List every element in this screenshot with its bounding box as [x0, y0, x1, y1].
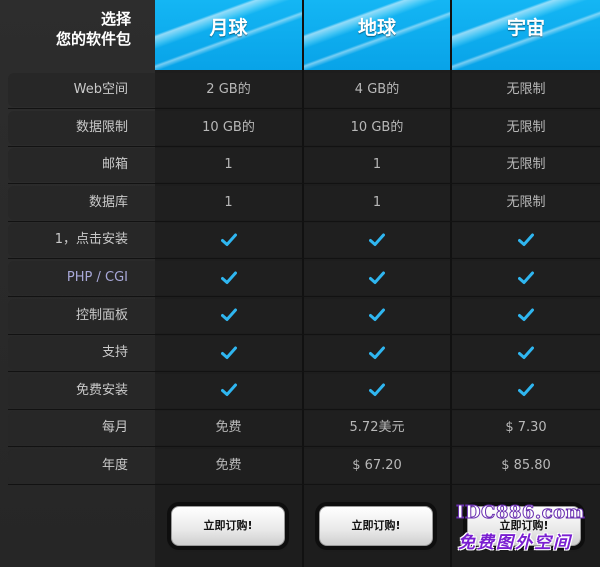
feature-label: 免费安装 — [8, 373, 155, 408]
feature-value-moon: 1 — [155, 185, 302, 220]
feature-cell-universe — [452, 298, 600, 333]
feature-label: 数据库 — [8, 185, 155, 220]
checkmark-icon — [369, 383, 385, 397]
feature-value-universe: $ 7.30 — [452, 411, 600, 446]
feature-value-universe: 无限制 — [452, 148, 600, 183]
feature-value-universe: 无限制 — [452, 110, 600, 145]
order-button-moon[interactable]: 立即订购! — [171, 506, 285, 546]
feature-value-earth: 5.72美元 — [304, 411, 450, 446]
feature-cell-moon — [155, 261, 302, 295]
feature-cell-moon — [155, 336, 302, 371]
checkmark-icon — [220, 233, 237, 246]
plan-header-universe: 宇宙 — [452, 0, 600, 70]
pricing-table: 选择 您的软件包 月球 地球 宇宙 Web空间 2 GB的 4 GB的 无限制 数据限制… — [0, 0, 600, 567]
feature-value-earth: 10 GB的 — [304, 110, 450, 145]
feature-label: 1，点击安装 — [8, 223, 155, 258]
checkmark-icon — [369, 233, 385, 246]
feature-cell-earth — [304, 298, 450, 333]
table-row: 邮箱 1 1 无限制 — [0, 147, 600, 185]
feature-value-universe: 无限制 — [452, 185, 600, 220]
choose-package-heading: 选择 您的软件包 — [0, 0, 155, 70]
feature-cell-universe — [452, 373, 600, 408]
feature-label: Web空间 — [8, 73, 155, 107]
checkmark-icon — [369, 271, 385, 284]
feature-label: 数据限制 — [8, 110, 155, 145]
feature-cell-earth — [304, 261, 450, 295]
checkmark-icon — [220, 346, 237, 359]
checkmark-icon — [518, 308, 534, 322]
checkmark-icon — [369, 308, 385, 322]
table-row: Web空间 2 GB的 4 GB的 无限制 — [0, 72, 600, 109]
row-divider — [8, 484, 600, 485]
feature-cell-universe — [452, 336, 600, 371]
feature-cell-universe — [452, 223, 600, 258]
feature-cell-earth — [304, 373, 450, 408]
plan-header-earth: 地球 — [304, 0, 450, 70]
order-button-earth[interactable]: 立即订购! — [319, 506, 433, 546]
feature-value-universe: $ 85.80 — [452, 449, 600, 483]
checkmark-icon — [518, 383, 534, 397]
order-button-universe[interactable]: 立即订购! — [467, 506, 581, 546]
feature-cell-earth — [304, 336, 450, 371]
table-row: 1，点击安装 — [0, 222, 600, 260]
feature-cell-earth — [304, 223, 450, 258]
feature-value-earth: $ 67.20 — [304, 449, 450, 483]
feature-label: 控制面板 — [8, 298, 155, 333]
table-row: 数据库 1 1 无限制 — [0, 185, 600, 222]
checkmark-icon — [518, 233, 534, 246]
table-row: 数据限制 10 GB的 10 GB的 无限制 — [0, 110, 600, 147]
feature-value-moon: 1 — [155, 148, 302, 183]
feature-value-universe: 无限制 — [452, 73, 600, 107]
choose-package-line2: 您的软件包 — [55, 30, 131, 48]
choose-package-line1: 选择 — [100, 10, 131, 28]
feature-cell-moon — [155, 373, 302, 408]
feature-cell-moon — [155, 223, 302, 258]
table-row: 免费安装 — [0, 373, 600, 410]
checkmark-icon — [518, 346, 534, 359]
feature-label: 年度 — [8, 449, 155, 483]
feature-value-moon: 免费 — [155, 449, 302, 483]
feature-value-earth: 1 — [304, 148, 450, 183]
checkmark-icon — [369, 346, 385, 359]
table-row: 年度 免费 $ 67.20 $ 85.80 — [0, 448, 600, 485]
feature-label: PHP / CGI — [8, 261, 155, 295]
feature-label: 每月 — [8, 411, 155, 446]
feature-label: 邮箱 — [8, 148, 155, 183]
checkmark-icon — [220, 383, 237, 397]
checkmark-icon — [518, 271, 534, 284]
table-row: 每月 免费 5.72美元 $ 7.30 — [0, 410, 600, 448]
plan-header-moon: 月球 — [155, 0, 302, 70]
checkmark-icon — [220, 308, 237, 322]
table-row: 支持 — [0, 335, 600, 373]
feature-value-earth: 1 — [304, 185, 450, 220]
feature-value-moon: 10 GB的 — [155, 110, 302, 145]
feature-cell-moon — [155, 298, 302, 333]
feature-value-moon: 免费 — [155, 411, 302, 446]
table-row: PHP / CGI — [0, 260, 600, 297]
feature-value-moon: 2 GB的 — [155, 73, 302, 107]
feature-cell-universe — [452, 261, 600, 295]
feature-value-earth: 4 GB的 — [304, 73, 450, 107]
feature-label: 支持 — [8, 336, 155, 371]
table-row: 控制面板 — [0, 298, 600, 335]
checkmark-icon — [220, 271, 237, 284]
